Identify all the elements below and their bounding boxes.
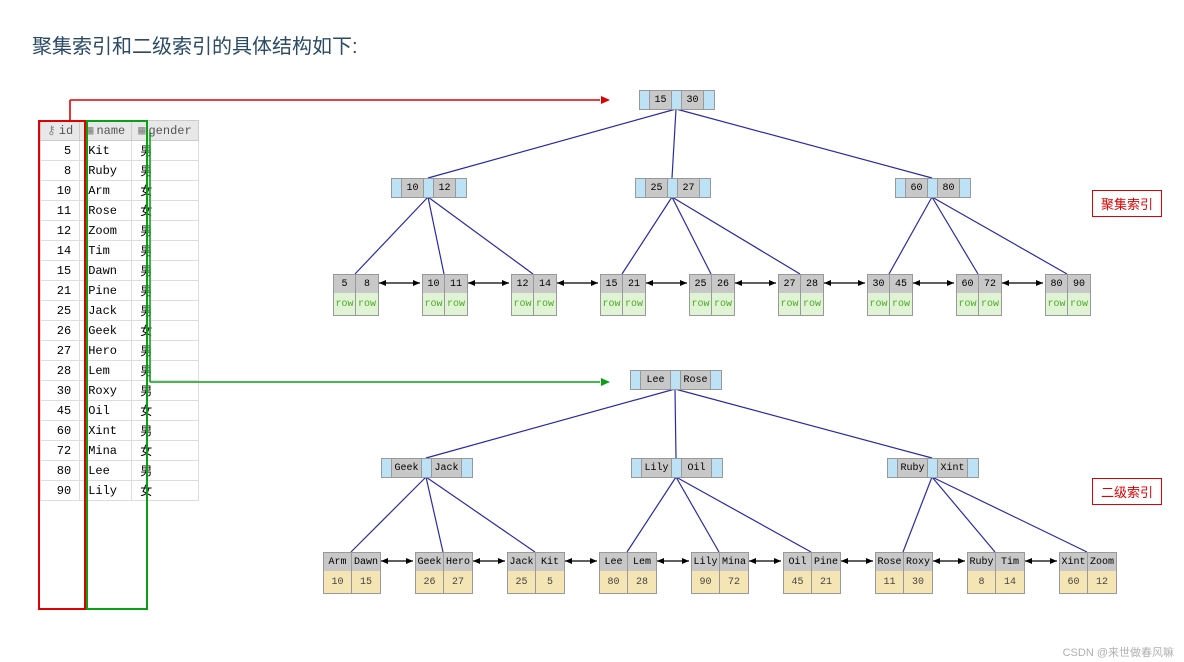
tree-leaf: XintZoom6012 — [1059, 552, 1117, 594]
id-column-highlight — [38, 120, 86, 610]
tree-leaf: 1521rowrow — [600, 274, 646, 316]
tree-node: LeeRose — [630, 370, 722, 390]
tree-node: LilyOil — [631, 458, 723, 478]
tree-leaf: LeeLem8028 — [599, 552, 657, 594]
tree-leaf: OilPine4521 — [783, 552, 841, 594]
tree-node: 2527 — [635, 178, 711, 198]
tree-leaf: 2526rowrow — [689, 274, 735, 316]
tree-leaf: ArmDawn1015 — [323, 552, 381, 594]
tree-leaf: 1214rowrow — [511, 274, 557, 316]
page-title: 聚集索引和二级索引的具体结构如下: — [32, 30, 358, 59]
tree-leaf: 8090rowrow — [1045, 274, 1091, 316]
tree-leaf: JackKit255 — [507, 552, 565, 594]
tree-node: 6080 — [895, 178, 971, 198]
tree-leaf: LilyMina9072 — [691, 552, 749, 594]
name-column-highlight — [86, 120, 148, 610]
tree-node: RubyXint — [887, 458, 979, 478]
watermark: CSDN @来世做春风嘛 — [1063, 644, 1174, 660]
tree-leaf: 1011rowrow — [422, 274, 468, 316]
tree-node: 1530 — [639, 90, 715, 110]
tree-node: GeekJack — [381, 458, 473, 478]
tree-diagram: 1530 1012 2527 6080 58rowrow 1011rowrow 1214ro… — [315, 82, 1170, 652]
tree-leaf: RoseRoxy1130 — [875, 552, 933, 594]
tree-node: 1012 — [391, 178, 467, 198]
tree-leaf: 3045rowrow — [867, 274, 913, 316]
tree-leaf: 2728rowrow — [778, 274, 824, 316]
tree-leaf: RubyTim814 — [967, 552, 1025, 594]
tree-leaf: GeekHero2627 — [415, 552, 473, 594]
tree-leaf: 58rowrow — [333, 274, 379, 316]
tree-leaf: 6072rowrow — [956, 274, 1002, 316]
